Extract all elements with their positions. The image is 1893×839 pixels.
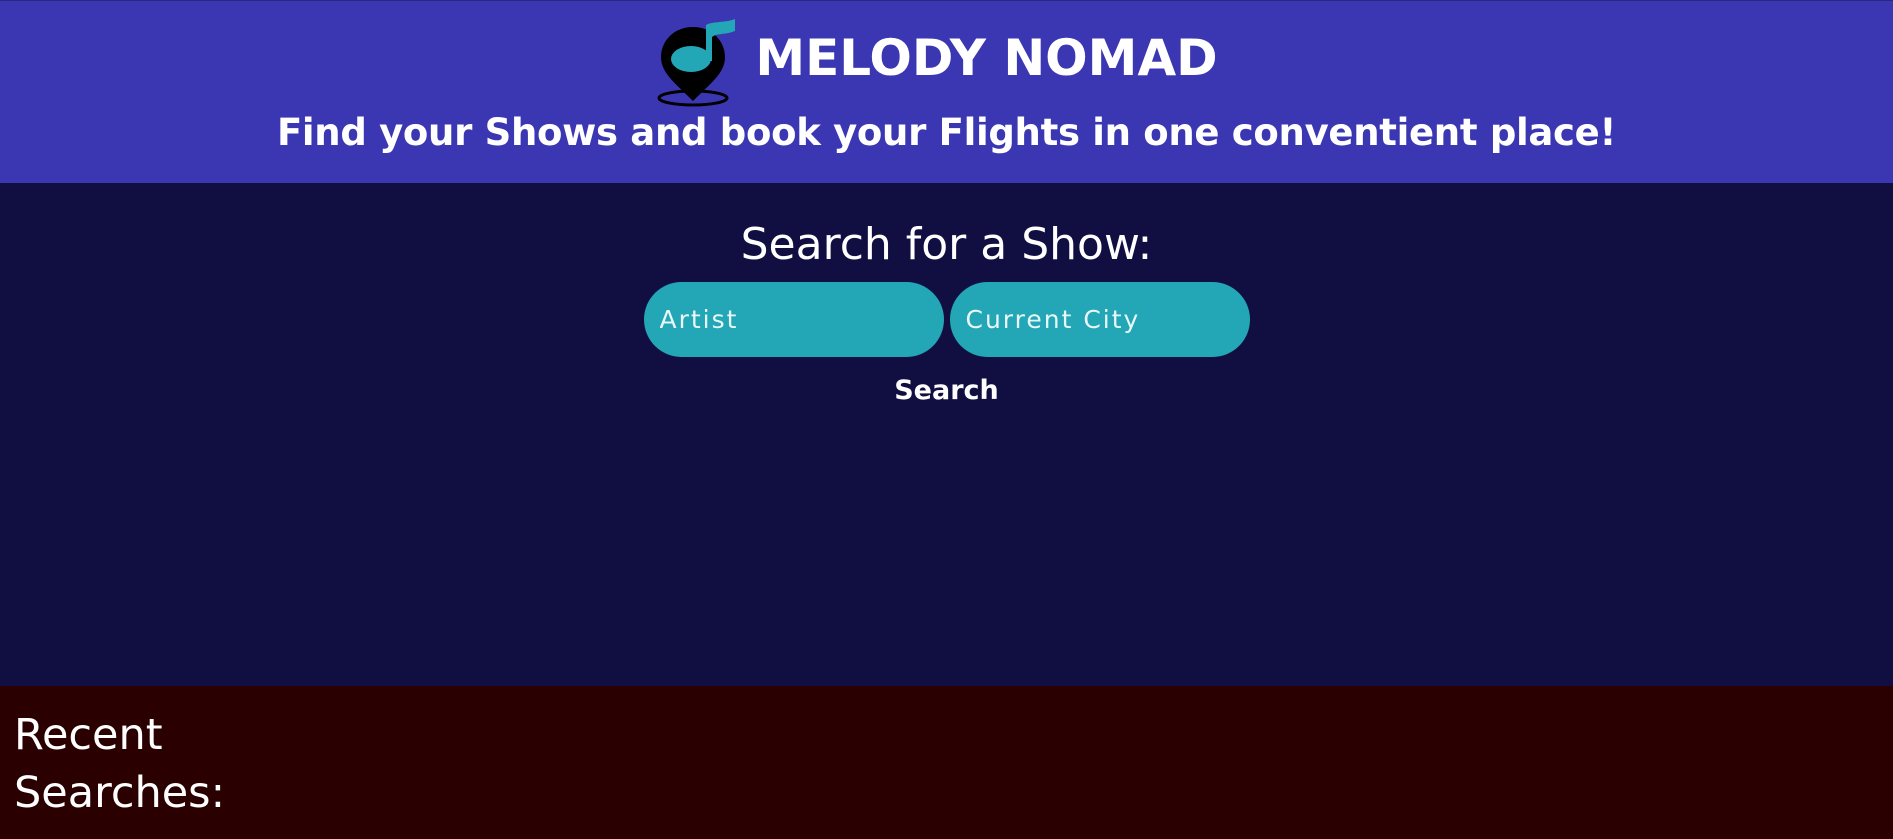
- music-note-map-pin-icon: [657, 19, 736, 107]
- app-title: MELODY NOMAD: [755, 29, 1218, 87]
- search-section: Search for a Show: Search: [0, 183, 1893, 686]
- tagline: Find your Shows and book your Flights in…: [276, 111, 1617, 154]
- recent-searches-heading: Recent Searches:: [14, 710, 226, 818]
- search-inputs: [0, 282, 1893, 357]
- current-city-input[interactable]: [949, 282, 1250, 357]
- artist-input[interactable]: [643, 282, 944, 357]
- site-header: MELODY NOMAD Find your Shows and book yo…: [0, 0, 1893, 183]
- recent-searches-section: Recent Searches:: [0, 686, 1893, 839]
- search-button[interactable]: Search: [888, 375, 1005, 406]
- search-button-wrap: Search: [0, 375, 1893, 406]
- search-heading: Search for a Show:: [740, 219, 1153, 270]
- brand: MELODY NOMAD: [0, 17, 1893, 107]
